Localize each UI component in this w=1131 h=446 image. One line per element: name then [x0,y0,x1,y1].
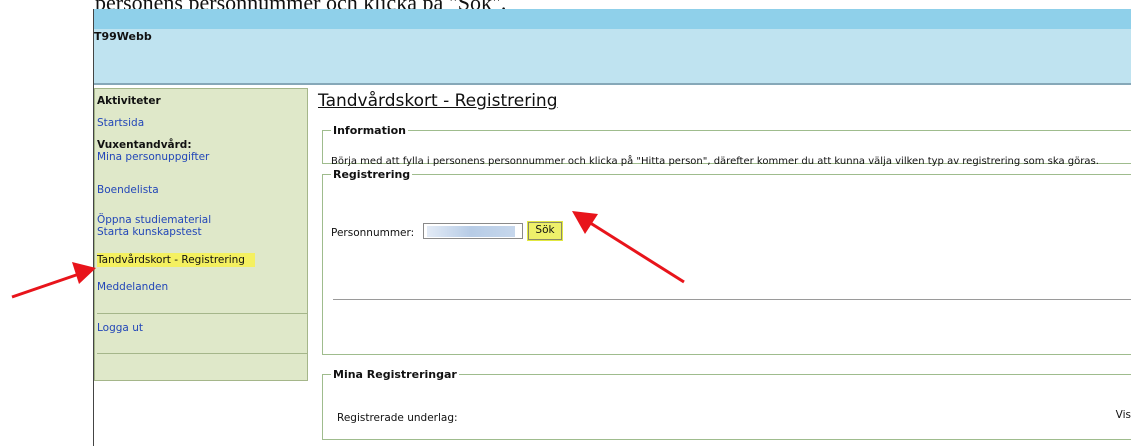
annotation-arrows [11,211,685,299]
arrow-head [72,262,96,284]
arrow-to-search-button [572,211,685,284]
arrow-line [11,271,83,299]
arrow-line [583,217,685,284]
arrow-head [572,211,598,234]
arrow-to-sidebar-item [11,262,96,299]
